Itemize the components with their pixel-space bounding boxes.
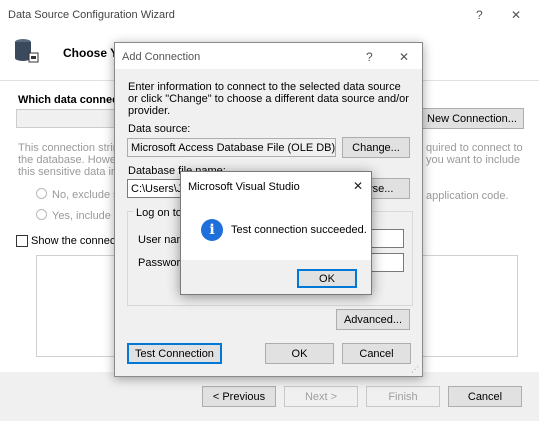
instructions-text: Enter information to connect to the sele… (128, 81, 409, 117)
advanced-button[interactable]: Advanced... (336, 309, 410, 330)
message-box: Microsoft Visual Studio ✕ i Test connect… (180, 171, 372, 295)
wizard-header-title: Choose Y (63, 46, 119, 60)
connection-dropdown[interactable] (16, 109, 128, 128)
next-button[interactable]: Next > (284, 386, 358, 407)
database-icon (12, 36, 42, 66)
message-text: Test connection succeeded. (231, 224, 367, 236)
message-ok-button[interactable]: OK (297, 269, 357, 288)
radio-include[interactable]: Yes, include se (36, 209, 126, 222)
previous-button[interactable]: < Previous (202, 386, 276, 407)
add-connection-close-button[interactable]: ✕ (399, 50, 409, 64)
finish-button[interactable]: Finish (366, 386, 440, 407)
info-line: you want to include (426, 154, 521, 166)
test-connection-button[interactable]: Test Connection (127, 343, 222, 364)
app-code-text: application code. (426, 190, 509, 202)
change-button[interactable]: Change... (342, 137, 410, 158)
data-source-field: Microsoft Access Database File (OLE DB) (127, 138, 336, 157)
info-icon-glyph: i (209, 222, 215, 238)
message-box-close-button[interactable]: ✕ (353, 179, 363, 193)
radio-exclude[interactable]: No, exclude se (36, 188, 125, 201)
add-connection-help-button[interactable]: ? (366, 50, 373, 64)
show-connection-label: Show the connectio (31, 235, 128, 247)
new-connection-button[interactable]: New Connection... (420, 108, 524, 129)
user-name-label: User nam (138, 234, 186, 246)
info-icon: i (201, 219, 223, 241)
add-connection-title: Add Connection (122, 51, 201, 63)
wizard-cancel-button[interactable]: Cancel (448, 386, 522, 407)
add-connection-ok-button[interactable]: OK (265, 343, 334, 364)
add-connection-cancel-button[interactable]: Cancel (342, 343, 411, 364)
info-text-right: quired to connect to you want to include (426, 142, 523, 166)
message-box-title: Microsoft Visual Studio (188, 181, 300, 193)
info-line: quired to connect to (426, 142, 523, 154)
wizard-close-button[interactable]: ✕ (511, 8, 521, 22)
password-label: Passwor (138, 257, 181, 269)
data-source-label: Data source: (128, 123, 191, 135)
resize-grip-icon[interactable]: ⋰ (411, 365, 419, 374)
show-connection-checkbox[interactable] (16, 235, 28, 247)
wizard-title: Data Source Configuration Wizard (8, 9, 175, 21)
wizard-help-button[interactable]: ? (476, 8, 483, 22)
